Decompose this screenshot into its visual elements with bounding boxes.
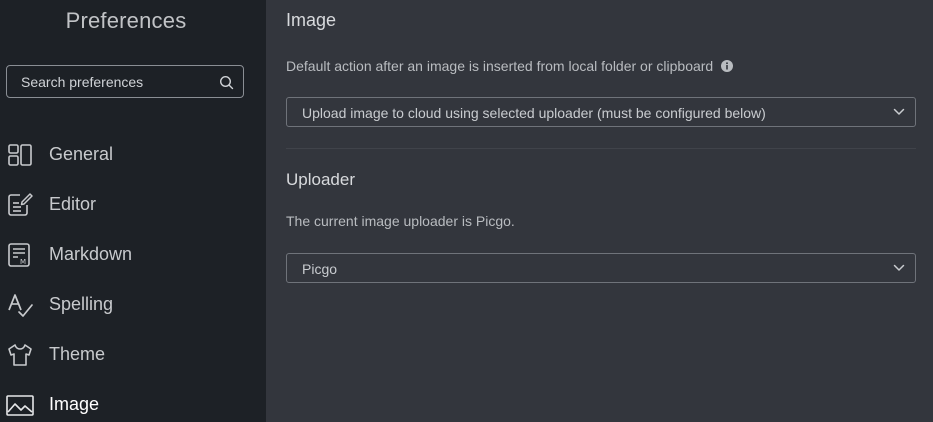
- sidebar-item-image[interactable]: Image: [0, 380, 266, 422]
- main-panel: Image Default action after an image is i…: [266, 0, 933, 422]
- sidebar-item-general[interactable]: General: [0, 130, 266, 180]
- sidebar-item-spelling[interactable]: Spelling: [0, 280, 266, 330]
- image-action-description-text: Default action after an image is inserte…: [286, 58, 714, 74]
- sidebar-item-label: Spelling: [49, 294, 114, 314]
- markdown-doc-icon: M: [8, 243, 30, 267]
- shirt-icon: [8, 344, 32, 366]
- section-divider: [286, 148, 916, 149]
- sidebar-item-markdown[interactable]: M Markdown: [0, 230, 266, 280]
- image-action-select[interactable]: Upload image to cloud using selected upl…: [286, 97, 916, 127]
- image-section-title: Image: [286, 10, 337, 30]
- layout-grid-icon: [8, 144, 32, 166]
- sidebar-item-label: Image: [49, 394, 100, 414]
- edit-note-icon: [8, 193, 33, 216]
- image-action-select-value: Upload image to cloud using selected upl…: [302, 105, 766, 121]
- uploader-select-value: Picgo: [302, 261, 338, 277]
- search-box[interactable]: [6, 65, 244, 98]
- search-input[interactable]: [21, 66, 211, 97]
- svg-text:M: M: [20, 258, 26, 266]
- uploader-description: The current image uploader is Picgo.: [286, 213, 515, 229]
- sidebar-item-label: Theme: [49, 344, 106, 364]
- sidebar-item-label: Editor: [49, 194, 97, 214]
- sidebar-nav: General Editor M Markdown Spelling Theme…: [0, 130, 266, 422]
- uploader-select[interactable]: Picgo: [286, 253, 916, 283]
- sidebar-item-label: Markdown: [49, 244, 133, 264]
- uploader-section-title: Uploader: [286, 170, 355, 189]
- sidebar-item-editor[interactable]: Editor: [0, 180, 266, 230]
- sidebar: Preferences General: [0, 0, 266, 422]
- image-icon: [6, 395, 34, 416]
- chevron-down-icon: [893, 108, 905, 115]
- sidebar-item-label: General: [49, 144, 114, 164]
- preferences-window: Preferences General: [0, 0, 933, 422]
- search-icon[interactable]: [219, 75, 234, 90]
- spellcheck-icon: [8, 294, 33, 317]
- info-icon[interactable]: [721, 60, 734, 72]
- sidebar-title: Preferences: [65, 8, 187, 33]
- chevron-down-icon: [893, 264, 905, 271]
- sidebar-item-theme[interactable]: Theme: [0, 330, 266, 380]
- image-action-description: Default action after an image is inserte…: [286, 58, 734, 74]
